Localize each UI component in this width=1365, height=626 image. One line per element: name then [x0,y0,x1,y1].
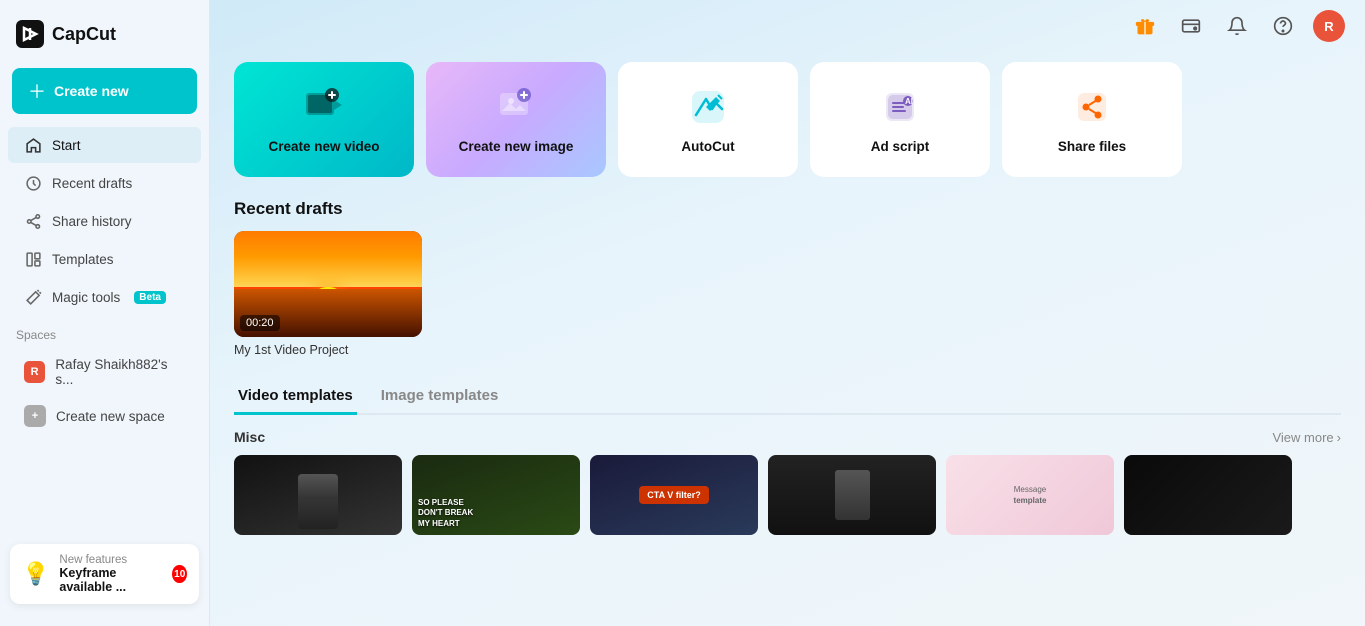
adscript-icon: AI [878,85,922,129]
misc-label: Misc [234,429,265,445]
bell-button[interactable] [1221,10,1253,42]
space-item-rafay[interactable]: R Rafay Shaikh882's s... [8,349,201,395]
beta-badge: Beta [134,291,166,304]
autocut-icon [686,85,730,129]
sidebar-item-label-templates: Templates [52,252,114,267]
draft-title-1: My 1st Video Project [234,343,422,357]
bulb-icon: 💡 [22,561,49,587]
create-video-card[interactable]: Create new video [234,62,414,177]
space-name-create: Create new space [56,409,165,424]
adscript-card[interactable]: AI Ad script [810,62,990,177]
tab-video-templates[interactable]: Video templates [234,379,357,415]
create-new-label: Create new [54,83,129,99]
share-files-card[interactable]: Share files [1002,62,1182,177]
create-image-card[interactable]: Create new image [426,62,606,177]
sidebar-item-label-share-history: Share history [52,214,132,229]
create-new-button[interactable]: ＋ Create new [12,68,197,114]
space-name-rafay: Rafay Shaikh882's s... [55,357,185,387]
help-button[interactable] [1267,10,1299,42]
sidebar-item-label-start: Start [52,138,81,153]
sidebar-item-templates[interactable]: Templates [8,241,201,277]
sidebar-item-recent-drafts[interactable]: Recent drafts [8,165,201,201]
chevron-right-icon: › [1337,430,1341,445]
video-add-icon [302,85,346,129]
sidebar-item-label-magic-tools: Magic tools [52,290,120,305]
gift-button[interactable] [1129,10,1161,42]
view-more-button[interactable]: View more › [1272,430,1341,445]
space-item-create[interactable]: + Create new space [8,397,201,435]
create-video-label: Create new video [268,139,379,154]
logo: CapCut [0,12,209,64]
template-card-2[interactable]: SO PLEASEDON'T BREAKMY HEART [412,455,580,535]
templates-section: Video templates Image templates Misc Vie… [234,379,1341,535]
sunset-sky [234,231,422,295]
user-avatar[interactable]: R [1313,10,1345,42]
template-card-6[interactable] [1124,455,1292,535]
recent-drafts-title: Recent drafts [234,199,1341,219]
drafts-grid: 00:20 My 1st Video Project [234,231,1341,357]
misc-header: Misc View more › [234,429,1341,445]
template-card-5[interactable]: Messagetemplate [946,455,1114,535]
create-space-icon: + [24,405,46,427]
autocut-label: AutoCut [681,139,734,154]
tab-image-templates[interactable]: Image templates [377,379,503,415]
share-files-label: Share files [1058,139,1126,154]
wallet-button[interactable] [1175,10,1207,42]
draft-card-1[interactable]: 00:20 My 1st Video Project [234,231,422,357]
wand-icon [24,288,42,306]
clock-icon [24,174,42,192]
sidebar-item-magic-tools[interactable]: Magic tools Beta [8,279,201,315]
draft-thumbnail-1: 00:20 [234,231,422,337]
spaces-label: Spaces [0,316,209,348]
template-card-1[interactable] [234,455,402,535]
share-files-icon [1070,85,1114,129]
layout-icon [24,250,42,268]
space-avatar-rafay: R [24,361,45,383]
sidebar-item-label-drafts: Recent drafts [52,176,132,191]
view-more-label: View more [1272,430,1333,445]
image-add-icon [494,85,538,129]
notification-text: New features Keyframe available ... [59,554,162,594]
notification-detail: Keyframe available ... [59,566,162,594]
adscript-label: Ad script [871,139,930,154]
svg-text:AI: AI [905,97,913,106]
app-name: CapCut [52,24,116,45]
home-icon [24,136,42,154]
quick-actions-row: Create new video Create new image [234,62,1341,177]
notification-title: New features [59,554,162,566]
sidebar-item-start[interactable]: Start [8,127,201,163]
notification-badge: 10 [172,565,187,583]
template-card-4[interactable] [768,455,936,535]
capcut-logo-icon [16,20,44,48]
sidebar-item-share-history[interactable]: Share history [8,203,201,239]
template-card-3[interactable]: CTA V filter? [590,455,758,535]
share-icon [24,212,42,230]
create-image-label: Create new image [459,139,574,154]
plus-icon: ＋ [28,78,46,104]
draft-timestamp-1: 00:20 [240,315,280,331]
template-tabs: Video templates Image templates [234,379,1341,415]
bottom-notification[interactable]: 💡 New features Keyframe available ... 10 [10,544,199,604]
template-grid: SO PLEASEDON'T BREAKMY HEART CTA V filte… [234,455,1341,535]
main-content: Create new video Create new image [210,0,1365,626]
top-header: R [420,0,1365,52]
sidebar: CapCut ＋ Create new Start Recent drafts … [0,0,210,626]
autocut-card[interactable]: AutoCut [618,62,798,177]
